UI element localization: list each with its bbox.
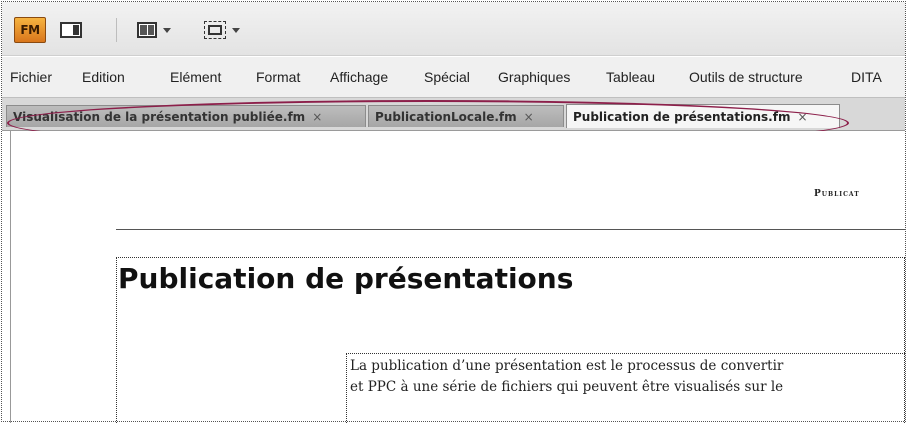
menu-item-dita[interactable]: DITA <box>851 69 882 85</box>
chevron-down-icon <box>232 27 240 33</box>
menu-item-edition[interactable]: Edition <box>82 69 125 85</box>
menu-item-format[interactable]: Format <box>256 69 300 85</box>
menu-bar: Fichier Edition Elément Format Affichage… <box>2 57 905 97</box>
toolbar: FM <box>2 2 905 56</box>
header-rule <box>116 229 905 230</box>
layout-icon[interactable] <box>132 17 176 43</box>
body-line: La publication d’une présentation est le… <box>350 358 784 374</box>
toolbar-separator <box>116 18 117 42</box>
menu-item-fichier[interactable]: Fichier <box>10 69 52 85</box>
fit-window-icon[interactable] <box>196 17 248 43</box>
menu-item-graphiques[interactable]: Graphiques <box>498 69 570 85</box>
chevron-down-icon <box>163 27 171 33</box>
framemaker-logo[interactable]: FM <box>14 17 46 43</box>
menu-item-affichage[interactable]: Affichage <box>330 69 388 85</box>
body-line: et PPC à une série de fichiers qui peuve… <box>350 379 784 395</box>
running-header: Publicat <box>814 189 860 199</box>
page-edge <box>10 131 11 423</box>
menu-item-outils-de-structure[interactable]: Outils de structure <box>689 69 803 85</box>
menu-item-element[interactable]: Elément <box>170 69 221 85</box>
menu-item-tableau[interactable]: Tableau <box>606 69 655 85</box>
document-title[interactable]: Publication de présentations <box>118 262 573 295</box>
menu-item-special[interactable]: Spécial <box>424 69 470 85</box>
body-paragraph[interactable]: La publication d’une présentation est le… <box>350 356 905 398</box>
panel-toggle-icon[interactable] <box>56 17 86 43</box>
